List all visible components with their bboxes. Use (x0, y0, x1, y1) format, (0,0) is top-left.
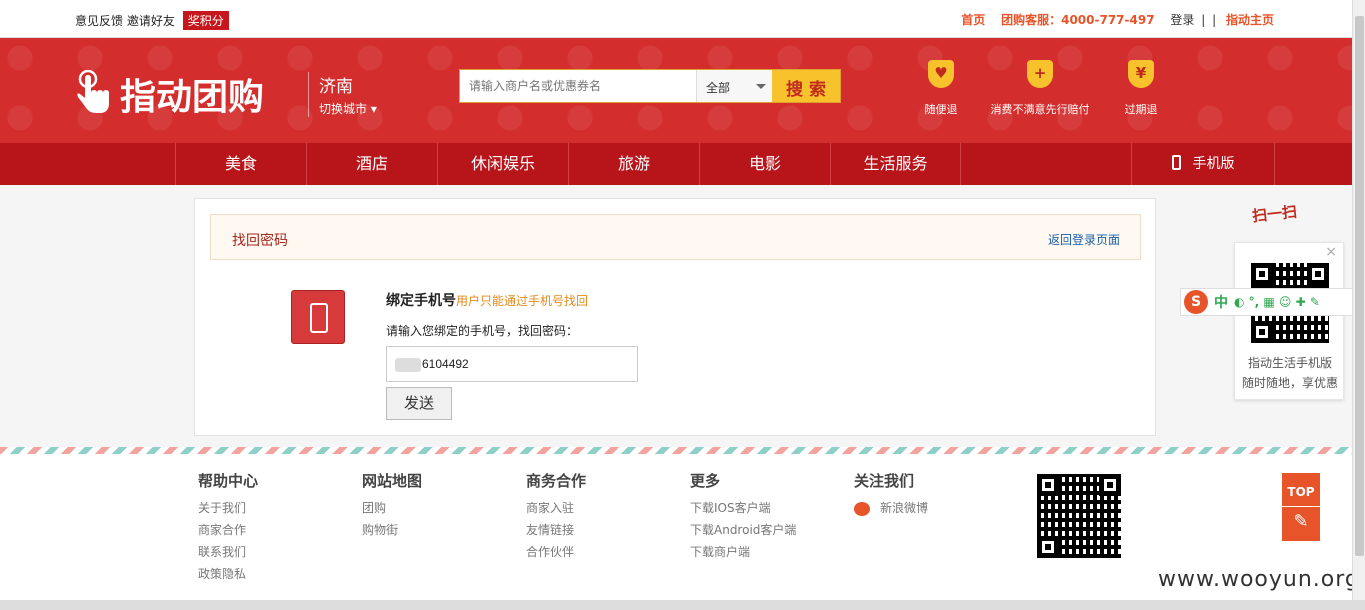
footer-heading: 网站地图 (362, 472, 423, 490)
app-promo-line1: 指动生活手机版 (1247, 356, 1332, 370)
footer-link[interactable]: 联系我们 (198, 541, 258, 563)
phone-input[interactable]: 6104492 (386, 346, 638, 382)
separator: | (1201, 13, 1206, 27)
footer-link[interactable]: 下载Android客户端 (690, 519, 796, 541)
footer-col-help: 帮助中心 关于我们 商家合作 联系我们 政策隐私 (198, 470, 258, 585)
send-button[interactable]: 发送 (386, 387, 452, 420)
footer-heading: 关注我们 (854, 472, 915, 490)
footer-link[interactable]: 商家入驻 (526, 497, 586, 519)
weibo-link[interactable]: 新浪微博 (854, 497, 928, 519)
mobile-label: 手机版 (1192, 156, 1235, 172)
bind-hint: 用户只能通过手机号找回 (456, 294, 589, 308)
footer-link[interactable]: 下载IOS客户端 (690, 497, 796, 519)
top-bar-left: 意见反馈 邀请好友 奖积分 (75, 11, 229, 30)
footer-col-sitemap: 网站地图 团购 购物街 (362, 470, 422, 541)
search-bar: 全部 搜 索 (459, 69, 841, 103)
weibo-label: 新浪微博 (880, 501, 929, 515)
footer-col-business: 商务合作 商家入驻 友情链接 合作伙伴 (526, 470, 586, 563)
footer-link[interactable]: 友情链接 (526, 519, 586, 541)
separator: | (1212, 13, 1217, 27)
heart-shield-icon: ♥ (928, 60, 954, 88)
search-scope-select[interactable]: 全部 (696, 70, 772, 102)
edit-feedback-icon[interactable]: ✎ (1282, 507, 1320, 532)
mobile-phone-icon (1171, 155, 1181, 170)
search-button[interactable]: 搜 索 (772, 70, 840, 102)
nav-item-mobile[interactable]: 手机版 (1131, 143, 1275, 185)
footer-col-more: 更多 下载IOS客户端 下载Android客户端 下载商户端 (690, 470, 796, 563)
phone-input-label: 请输入您绑定的手机号，找回密码： (386, 324, 579, 338)
footer-heading: 帮助中心 (198, 472, 259, 490)
nav-item-movie[interactable]: 电影 (699, 143, 830, 185)
promise-label: 过期退 (1124, 103, 1158, 116)
ime-mode[interactable]: 中 (1214, 292, 1228, 312)
bind-phone-heading: 绑定手机号用户只能通过手机号找回 (386, 290, 588, 310)
nav-item-travel[interactable]: 旅游 (568, 143, 699, 185)
footer-link[interactable]: 团购 (362, 497, 422, 519)
close-icon[interactable]: × (1325, 244, 1337, 260)
login-link[interactable]: 登录 (1170, 13, 1194, 27)
logo[interactable]: 指动团购 (74, 68, 264, 120)
plus-shield-icon: + (1027, 60, 1053, 88)
footer-heading: 商务合作 (526, 472, 587, 490)
switch-city-link[interactable]: 切换城市 ▾ (319, 100, 377, 117)
footer-link[interactable]: 商家合作 (198, 519, 258, 541)
top-bar-right: 首页 团购客服：4000-777-497 登录 | | 指动主页 (949, 11, 1274, 28)
promise-label: 消费不满意先行赔付 (990, 103, 1090, 116)
reward-badge[interactable]: 奖积分 (182, 11, 229, 30)
main-site-link[interactable]: 指动主页 (1226, 13, 1274, 27)
scrollbar-thumb[interactable] (1355, 16, 1364, 556)
yen-shield-icon: ¥ (1128, 60, 1154, 88)
nav-item-food[interactable]: 美食 (175, 143, 306, 185)
recover-password-panel: 找回密码 返回登录页面 绑定手机号用户只能通过手机号找回 请输入您绑定的手机号，… (194, 198, 1156, 436)
current-city: 济南 (319, 77, 353, 97)
panel-title-bar: 找回密码 返回登录页面 (210, 214, 1141, 260)
promise-compensation[interactable]: + 消费不满意先行赔付 (988, 60, 1092, 117)
bind-title-text: 绑定手机号 (386, 293, 456, 309)
watermark: www.wooyun.org (1158, 567, 1360, 592)
weibo-icon (854, 501, 870, 516)
search-input[interactable] (460, 70, 696, 102)
nav-item-leisure[interactable]: 休闲娱乐 (437, 143, 568, 185)
back-to-top-button[interactable]: TOP ✎ (1282, 473, 1320, 541)
phone-value: 6104492 (422, 357, 469, 371)
ime-tool-icons[interactable]: ◐ °, ▦ ☺ ✚ ✎ (1234, 295, 1320, 309)
hotline-text: 团购客服：4000-777-497 (1001, 13, 1155, 27)
footer-link[interactable]: 合作伙伴 (526, 541, 586, 563)
finger-tap-icon (77, 70, 109, 113)
city-selector[interactable]: 济南 切换城市 ▾ (308, 72, 377, 117)
top-bar: 意见反馈 邀请好友 奖积分 首页 团购客服：4000-777-497 登录 | … (0, 0, 1352, 38)
promise-label: 随便退 (924, 103, 958, 116)
qr-side-panel: × 指动生活手机版 随时随地，享优惠 (1234, 242, 1344, 400)
page-title: 找回密码 (232, 233, 288, 249)
promise-refund-anytime[interactable]: ♥ 随便退 (921, 60, 961, 117)
nav-item-hotel[interactable]: 酒店 (306, 143, 437, 185)
decorative-stripe (0, 447, 1352, 454)
footer-heading: 更多 (690, 472, 721, 490)
vertical-scrollbar[interactable] (1352, 0, 1365, 600)
footer-link[interactable]: 购物街 (362, 519, 422, 541)
footer-qr-code (1037, 474, 1121, 558)
main-nav: 美食 酒店 休闲娱乐 旅游 电影 生活服务 手机版 (0, 143, 1352, 185)
feedback-link[interactable]: 意见反馈 (75, 14, 123, 28)
back-to-login-link[interactable]: 返回登录页面 (1048, 231, 1120, 248)
nav-item-life-service[interactable]: 生活服务 (830, 143, 961, 185)
header: 指动团购 济南 切换城市 ▾ 全部 搜 索 ♥ 随便退 + 消费不满意先行赔付 … (0, 38, 1352, 143)
redacted-digits (395, 357, 421, 372)
footer: 帮助中心 关于我们 商家合作 联系我们 政策隐私 网站地图 团购 购物街 商务合… (0, 454, 1352, 600)
promise-expired-refund[interactable]: ¥ 过期退 (1121, 60, 1161, 117)
sogou-logo-icon: S (1184, 290, 1208, 314)
mobile-phone-icon (291, 290, 345, 344)
window-bottom-edge (0, 600, 1365, 610)
invite-link[interactable]: 邀请好友 (127, 14, 175, 28)
footer-link[interactable]: 政策隐私 (198, 563, 258, 585)
footer-col-follow: 关注我们 新浪微博 (854, 470, 928, 519)
footer-link[interactable]: 下载商户端 (690, 541, 796, 563)
top-label: TOP (1282, 473, 1320, 507)
logo-text: 指动团购 (120, 77, 265, 118)
home-link[interactable]: 首页 (961, 13, 985, 27)
app-promo-line2: 随时随地，享优惠 (1241, 376, 1338, 390)
ime-toolbar[interactable]: S 中 ◐ °, ▦ ☺ ✚ ✎ (1180, 288, 1365, 316)
footer-link[interactable]: 关于我们 (198, 497, 258, 519)
